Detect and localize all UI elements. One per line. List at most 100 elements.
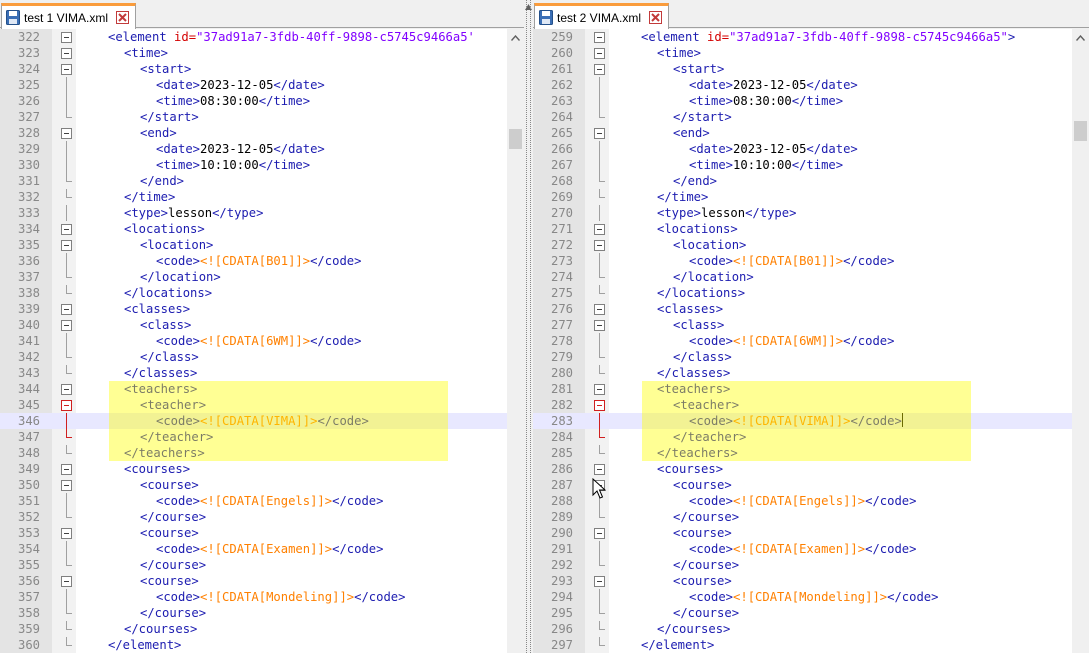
code-line[interactable]: 285 </teachers> (533, 445, 1089, 461)
vertical-scrollbar[interactable] (507, 29, 524, 653)
code-line[interactable]: 335 <location> (0, 237, 524, 253)
fold-minus-icon[interactable] (61, 528, 72, 539)
code-line[interactable]: 269 </time> (533, 189, 1089, 205)
code-line[interactable]: 329 <date>2023-12-05</date> (0, 141, 524, 157)
code-line[interactable]: 326 <time>08:30:00</time> (0, 93, 524, 109)
code-line[interactable]: 263 <time>08:30:00</time> (533, 93, 1089, 109)
code-line[interactable]: 343 </classes> (0, 365, 524, 381)
code-line[interactable]: 274 </location> (533, 269, 1089, 285)
code-editor[interactable]: 259 <element id="37ad91a7-3fdb-40ff-9898-… (533, 29, 1089, 653)
close-icon[interactable] (649, 11, 663, 24)
code-line[interactable]: 297 </element> (533, 637, 1089, 653)
code-line[interactable]: 353 <course> (0, 525, 524, 541)
code-line[interactable]: 279 </class> (533, 349, 1089, 365)
code-line[interactable]: 349 <courses> (0, 461, 524, 477)
code-line[interactable]: 291 <code><![CDATA[Examen]]></code> (533, 541, 1089, 557)
code-line[interactable]: 322 <element id="37ad91a7-3fdb-40ff-9898-… (0, 29, 524, 45)
code-line[interactable]: 290 <course> (533, 525, 1089, 541)
code-line[interactable]: 286 <courses> (533, 461, 1089, 477)
fold-minus-icon[interactable] (61, 400, 72, 411)
code-line[interactable]: 334 <locations> (0, 221, 524, 237)
code-line[interactable]: 296 </courses> (533, 621, 1089, 637)
code-line[interactable]: 341 <code><![CDATA[6WM]]></code> (0, 333, 524, 349)
code-line[interactable]: 345 <teacher> (0, 397, 524, 413)
fold-minus-icon[interactable] (61, 576, 72, 587)
code-line[interactable]: 272 <location> (533, 237, 1089, 253)
code-line[interactable]: 354 <code><![CDATA[Examen]]></code> (0, 541, 524, 557)
code-line[interactable]: 337 </location> (0, 269, 524, 285)
code-line[interactable]: 331 </end> (0, 173, 524, 189)
code-line[interactable]: 348 </teachers> (0, 445, 524, 461)
code-line[interactable]: 273 <code><![CDATA[B01]]></code> (533, 253, 1089, 269)
fold-minus-icon[interactable] (61, 464, 72, 475)
fold-minus-icon[interactable] (594, 320, 605, 331)
fold-minus-icon[interactable] (61, 64, 72, 75)
code-line[interactable]: 339 <classes> (0, 301, 524, 317)
code-line[interactable]: 324 <start> (0, 61, 524, 77)
fold-minus-icon[interactable] (61, 224, 72, 235)
fold-minus-icon[interactable] (594, 32, 605, 43)
code-line[interactable]: 289 </course> (533, 509, 1089, 525)
code-line[interactable]: 262 <date>2023-12-05</date> (533, 77, 1089, 93)
code-line[interactable]: 265 <end> (533, 125, 1089, 141)
code-line[interactable]: 284 </teacher> (533, 429, 1089, 445)
splitter-arrow-icon[interactable] (525, 4, 532, 10)
fold-minus-icon[interactable] (594, 384, 605, 395)
fold-minus-icon[interactable] (594, 304, 605, 315)
code-line[interactable]: 323 <time> (0, 45, 524, 61)
code-line[interactable]: 336 <code><![CDATA[B01]]></code> (0, 253, 524, 269)
code-line[interactable]: 259 <element id="37ad91a7-3fdb-40ff-9898-… (533, 29, 1089, 45)
scroll-thumb[interactable] (1074, 121, 1087, 141)
fold-minus-icon[interactable] (594, 224, 605, 235)
code-line[interactable]: 295 </course> (533, 605, 1089, 621)
fold-minus-icon[interactable] (61, 128, 72, 139)
fold-minus-icon[interactable] (61, 32, 72, 43)
code-line[interactable]: 276 <classes> (533, 301, 1089, 317)
code-line[interactable]: 333 <type>lesson</type> (0, 205, 524, 221)
code-line[interactable]: 294 <code><![CDATA[Mondeling]]></code> (533, 589, 1089, 605)
fold-minus-icon[interactable] (594, 128, 605, 139)
code-line[interactable]: 342 </class> (0, 349, 524, 365)
code-line[interactable]: 266 <date>2023-12-05</date> (533, 141, 1089, 157)
code-line[interactable]: 275 </locations> (533, 285, 1089, 301)
vertical-scrollbar[interactable] (1072, 29, 1089, 653)
fold-minus-icon[interactable] (594, 576, 605, 587)
code-line[interactable]: 260 <time> (533, 45, 1089, 61)
code-line[interactable]: 332 </time> (0, 189, 524, 205)
code-line[interactable]: 287 <course> (533, 477, 1089, 493)
code-line[interactable]: 328 <end> (0, 125, 524, 141)
code-line[interactable]: 267 <time>10:10:00</time> (533, 157, 1089, 173)
code-line[interactable]: 288 <code><![CDATA[Engels]]></code> (533, 493, 1089, 509)
code-line[interactable]: 261 <start> (533, 61, 1089, 77)
code-line[interactable]: 351 <code><![CDATA[Engels]]></code> (0, 493, 524, 509)
fold-minus-icon[interactable] (61, 48, 72, 59)
code-line[interactable]: 330 <time>10:10:00</time> (0, 157, 524, 173)
code-line[interactable]: 352 </course> (0, 509, 524, 525)
code-line[interactable]: 350 <course> (0, 477, 524, 493)
code-line[interactable]: 356 <course> (0, 573, 524, 589)
code-line[interactable]: 344 <teachers> (0, 381, 524, 397)
code-line[interactable]: 281 <teachers> (533, 381, 1089, 397)
fold-minus-icon[interactable] (594, 400, 605, 411)
code-line[interactable]: 270 <type>lesson</type> (533, 205, 1089, 221)
scroll-up-arrow-icon[interactable] (1072, 29, 1089, 46)
code-line[interactable]: 327 </start> (0, 109, 524, 125)
code-line[interactable]: 271 <locations> (533, 221, 1089, 237)
code-line[interactable]: 359 </courses> (0, 621, 524, 637)
tab-test-2-vima[interactable]: test 2 VIMA.xml (534, 3, 670, 29)
scroll-thumb[interactable] (509, 129, 522, 149)
code-line[interactable]: 277 <class> (533, 317, 1089, 333)
code-line[interactable]: 283 <code><![CDATA[VIMA]]></code> (533, 413, 1089, 429)
code-line[interactable]: 357 <code><![CDATA[Mondeling]]></code> (0, 589, 524, 605)
fold-minus-icon[interactable] (61, 304, 72, 315)
code-line[interactable]: 282 <teacher> (533, 397, 1089, 413)
scroll-up-arrow-icon[interactable] (507, 29, 524, 46)
fold-minus-icon[interactable] (61, 320, 72, 331)
code-line[interactable]: 355 </course> (0, 557, 524, 573)
code-line[interactable]: 325 <date>2023-12-05</date> (0, 77, 524, 93)
code-line[interactable]: 358 </course> (0, 605, 524, 621)
code-line[interactable]: 280 </classes> (533, 365, 1089, 381)
splitter[interactable] (524, 0, 533, 653)
fold-minus-icon[interactable] (594, 464, 605, 475)
code-line[interactable]: 293 <course> (533, 573, 1089, 589)
